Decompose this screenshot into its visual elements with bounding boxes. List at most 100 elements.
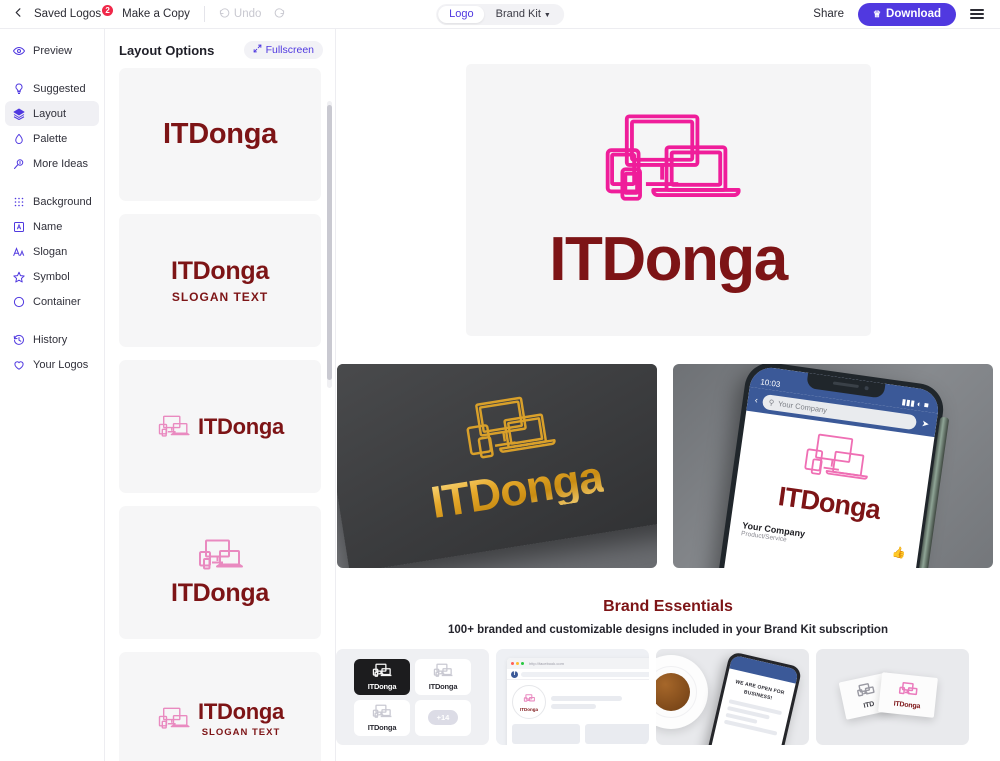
toolbar-divider bbox=[203, 6, 205, 22]
droplet-icon bbox=[12, 132, 25, 145]
layout-options-panel: Layout Options Fullscreen ITDonga ITDong… bbox=[105, 29, 336, 761]
sidebar-item-container[interactable]: Container bbox=[5, 289, 99, 314]
make-a-copy-button[interactable]: Make a Copy bbox=[122, 8, 190, 20]
sidebar-item-your-logos[interactable]: Your Logos bbox=[5, 352, 99, 377]
tab-brand-kit[interactable]: Brand Kit ▼ bbox=[485, 6, 562, 23]
logo-variation-tile[interactable]: ITDonga bbox=[354, 699, 410, 736]
devices-icon bbox=[156, 706, 191, 731]
undo-button[interactable]: Undo bbox=[219, 7, 262, 21]
logo-preview-card[interactable]: ITDonga bbox=[465, 64, 871, 336]
saved-logos-count-badge: 2 bbox=[102, 5, 114, 16]
fullscreen-label: Fullscreen bbox=[265, 44, 314, 56]
chevron-left-icon[interactable]: ‹ bbox=[754, 395, 758, 405]
tab-brand-kit-label: Brand Kit bbox=[495, 8, 541, 20]
logo-variation-label: ITDonga bbox=[428, 681, 458, 691]
download-button[interactable]: ♕ Download bbox=[857, 2, 956, 26]
expand-arrows-icon bbox=[253, 44, 262, 56]
sidebar: Preview Suggested Layout Palette More Id… bbox=[0, 29, 105, 761]
panel-scrollbar-thumb[interactable] bbox=[327, 105, 332, 380]
sidebar-item-symbol[interactable]: Symbol bbox=[5, 264, 99, 289]
dots-grid-icon bbox=[12, 195, 25, 208]
facebook-top-nav: f bbox=[507, 669, 649, 680]
phone-camera bbox=[864, 385, 869, 390]
layout-thumbnail[interactable]: ITDonga SLOGAN TEXT bbox=[119, 214, 321, 347]
sidebar-item-label: History bbox=[33, 333, 68, 346]
chevron-down-icon: ▼ bbox=[543, 11, 551, 19]
share-button[interactable]: Share bbox=[799, 8, 858, 20]
text-size-icon bbox=[12, 245, 25, 258]
chevron-left-icon bbox=[13, 7, 24, 21]
essentials-card-facebook-page[interactable]: http://facebook.com f ITDonga bbox=[496, 649, 649, 745]
thumbnail-slogan: SLOGAN TEXT bbox=[171, 290, 269, 304]
panel-title: Layout Options bbox=[119, 42, 215, 58]
brand-essentials-subtitle: 100+ branded and customizable designs in… bbox=[448, 624, 888, 636]
sidebar-item-preview[interactable]: Preview bbox=[5, 38, 99, 63]
sidebar-item-layout[interactable]: Layout bbox=[5, 101, 99, 126]
logo-variation-tile[interactable]: ITDonga bbox=[415, 658, 471, 695]
hamburger-menu-icon[interactable] bbox=[956, 9, 992, 19]
sidebar-item-history[interactable]: History bbox=[5, 327, 99, 352]
fullscreen-button[interactable]: Fullscreen bbox=[243, 41, 323, 59]
sidebar-item-label: Layout bbox=[33, 107, 67, 120]
sidebar-item-label: Your Logos bbox=[33, 358, 89, 371]
coffee-cup-image bbox=[656, 655, 708, 729]
sidebar-item-background[interactable]: Background bbox=[5, 189, 99, 214]
facebook-search-bar[interactable] bbox=[521, 671, 649, 677]
mockup-phone-facebook[interactable]: 10:03 ▮▮▮ ◐ ■ ‹ ⚲ Your Company ➤ ITDonga… bbox=[673, 364, 993, 568]
panel-header: Layout Options Fullscreen bbox=[105, 29, 335, 68]
layout-thumbnail[interactable]: ITDonga bbox=[119, 360, 321, 493]
preview-logo-name: ITDonga bbox=[549, 225, 788, 294]
phone-screen: 10:03 ▮▮▮ ◐ ■ ‹ ⚲ Your Company ➤ ITDonga… bbox=[715, 365, 941, 568]
share-arrow-icon[interactable]: ➤ bbox=[921, 418, 930, 430]
devices-icon bbox=[156, 414, 191, 439]
devices-icon bbox=[897, 680, 921, 700]
eye-icon bbox=[12, 44, 25, 57]
mockup-business-card-gold[interactable]: ITDonga bbox=[337, 364, 657, 568]
phone-page-footer: Your Company Product/Service 👍 bbox=[737, 520, 912, 561]
sidebar-item-slogan[interactable]: Slogan bbox=[5, 239, 99, 264]
more-count-badge: +14 bbox=[427, 710, 459, 725]
sidebar-item-palette[interactable]: Palette bbox=[5, 126, 99, 151]
star-icon bbox=[12, 270, 25, 283]
essentials-card-social-post[interactable]: WE ARE OPEN FOR BUSINESS! bbox=[656, 649, 809, 745]
layout-thumbnail[interactable]: ITDonga SLOGAN TEXT bbox=[119, 652, 321, 761]
clock-history-icon bbox=[12, 333, 25, 346]
logo-variations-more-tile[interactable]: +14 bbox=[415, 699, 471, 736]
social-post-phone: WE ARE OPEN FOR BUSINESS! bbox=[705, 651, 803, 745]
facebook-icon: f bbox=[511, 670, 518, 678]
devices-icon bbox=[523, 692, 536, 706]
tab-logo-label: Logo bbox=[449, 8, 474, 20]
redo-button[interactable] bbox=[274, 7, 285, 21]
phone-page-content: ITDonga Your Company Product/Service 👍 bbox=[729, 411, 935, 562]
sidebar-item-more-ideas[interactable]: More Ideas bbox=[5, 151, 99, 176]
saved-logos-button[interactable]: Saved Logos 2 bbox=[34, 5, 114, 20]
essentials-card-logo-variations[interactable]: ITDonga ITDonga ITDonga +14 bbox=[336, 649, 489, 745]
sidebar-item-label: Name bbox=[33, 220, 63, 233]
thumbs-up-icon[interactable]: 👍 bbox=[891, 545, 906, 560]
undo-redo-group: Undo bbox=[219, 7, 286, 21]
thumbnail-name: ITDonga bbox=[198, 699, 284, 724]
profile-placeholder-lines bbox=[551, 685, 649, 719]
topbar-left-group: Saved Logos 2 Make a Copy Undo bbox=[0, 3, 285, 25]
sidebar-item-name[interactable]: Name bbox=[5, 214, 99, 239]
undo-label: Undo bbox=[233, 8, 262, 20]
status-time: 10:03 bbox=[759, 377, 781, 390]
undo-arrow-icon bbox=[219, 7, 230, 21]
facebook-profile-row: ITDonga bbox=[507, 680, 649, 719]
mockup-row: ITDonga 10:03 ▮▮▮ ◐ ■ ‹ ⚲ Your Company ➤… bbox=[337, 336, 1000, 568]
sidebar-item-label: More Ideas bbox=[33, 157, 89, 170]
business-card-label: ITDonga bbox=[893, 700, 921, 710]
essentials-card-business-cards[interactable]: ITD ITDonga bbox=[816, 649, 969, 745]
browser-url: http://facebook.com bbox=[529, 661, 564, 666]
logo-variation-grid: ITDonga ITDonga ITDonga +14 bbox=[354, 658, 471, 736]
logo-variation-tile[interactable]: ITDonga bbox=[354, 658, 410, 695]
back-button[interactable] bbox=[7, 3, 29, 25]
phone-page-info: Your Company Product/Service bbox=[741, 520, 806, 546]
tab-logo[interactable]: Logo bbox=[438, 5, 485, 23]
devices-icon bbox=[432, 663, 454, 681]
layout-thumbnail[interactable]: ITDonga bbox=[119, 68, 321, 201]
layout-thumbnail[interactable]: ITDonga bbox=[119, 506, 321, 639]
facebook-content-blocks bbox=[507, 719, 649, 744]
sidebar-item-suggested[interactable]: Suggested bbox=[5, 76, 99, 101]
